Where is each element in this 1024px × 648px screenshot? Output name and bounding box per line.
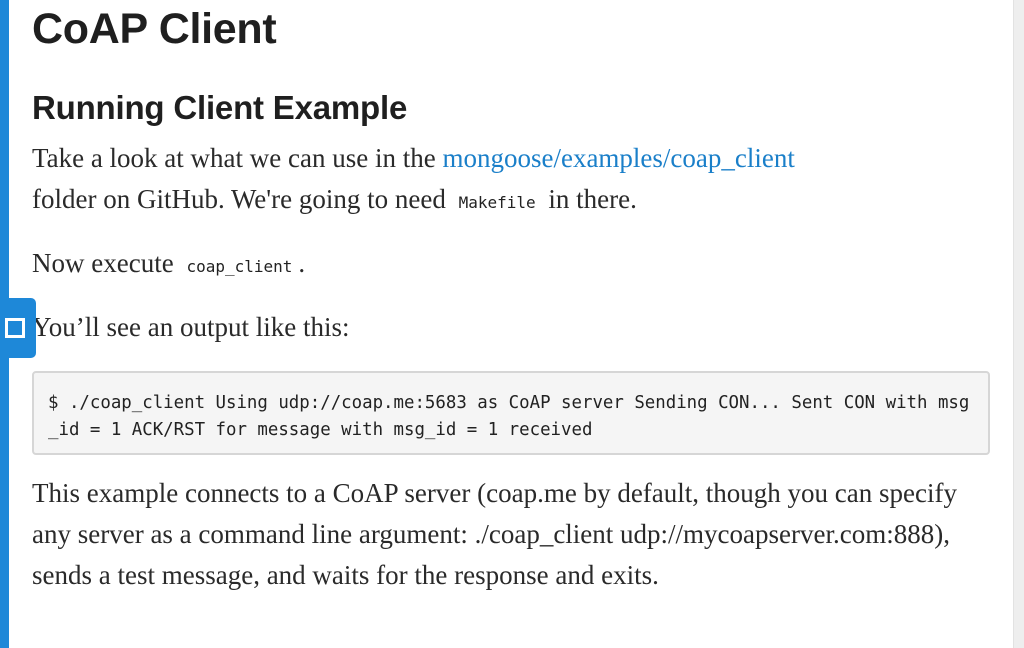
scrollbar-track[interactable] [1013,0,1024,648]
output-intro-paragraph: You’ll see an output like this: [32,312,350,342]
section-anchor-tab[interactable] [0,298,36,358]
intro-mid-text: folder on GitHub. We're going to need [32,184,453,214]
makefile-code: Makefile [458,193,536,212]
execute-lead-text: Now execute [32,248,181,278]
intro-tail-text: in there. [541,184,637,214]
page-title: CoAP Client [32,5,277,53]
intro-lead-text: Take a look at what we can use in the [32,143,443,173]
intro-paragraph: Take a look at what we can use in the mo… [32,138,992,223]
execute-paragraph: Now execute coap_client. [32,243,992,287]
output-code-text: $ ./coap_client Using udp://coap.me:5683… [48,393,970,440]
coap-client-code: coap_client [186,257,293,276]
page-frame: CoAP Client Running Client Example Take … [0,0,1024,648]
output-code-block: $ ./coap_client Using udp://coap.me:5683… [32,371,990,455]
section-title: Running Client Example [32,89,408,126]
explanation-paragraph: This example connects to a CoAP server (… [32,478,957,590]
execute-tail-text: . [298,248,306,278]
square-outline-icon [5,318,25,338]
coap-client-examples-link[interactable]: mongoose/examples/coap_client [442,143,794,173]
